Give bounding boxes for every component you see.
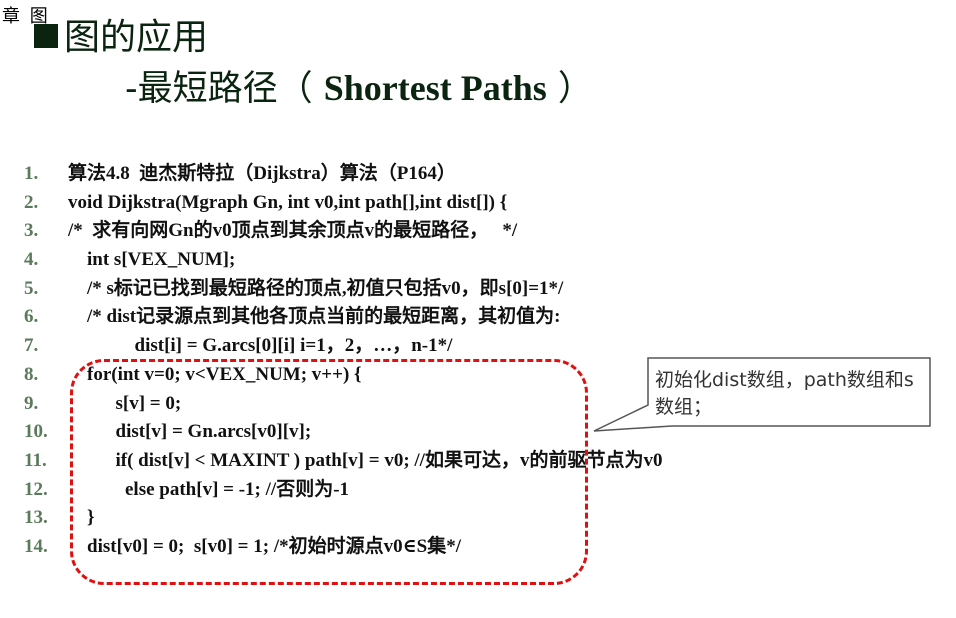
line-number: 8.	[24, 363, 39, 385]
line-number: 14.	[24, 535, 48, 557]
code-line-2: 2. void Dijkstra(Mgraph Gn, int v0,int pa…	[24, 189, 662, 218]
square-bullet-icon	[34, 24, 58, 48]
line-number: 3.	[24, 220, 39, 242]
callout-text: 初始化dist数组，path数组和s数组；	[655, 369, 914, 418]
slide-subtitle: -最短路径（ Shortest Paths ）	[125, 60, 593, 111]
line-number: 1.	[24, 163, 39, 184]
code-text: /* 求有向网Gn的v0顶点到其余顶点v的最短路径， */	[68, 220, 518, 242]
line-number: 11.	[24, 449, 47, 471]
line-number: 9.	[24, 392, 39, 414]
code-text: void Dijkstra(Mgraph Gn, int v0,int path…	[68, 191, 508, 213]
subtitle-suffix: ）	[546, 69, 593, 109]
line-number: 12.	[24, 478, 48, 500]
subtitle-english: Shortest Paths	[323, 68, 547, 108]
code-text: 算法4.8 迪杰斯特拉（Dijkstra）算法（P164）	[68, 163, 456, 184]
slide-title-text: 图的应用	[64, 17, 209, 58]
code-line-1: 1. 算法4.8 迪杰斯特拉（Dijkstra）算法（P164）	[24, 160, 662, 189]
code-line-3: 3. /* 求有向网Gn的v0顶点到其余顶点v的最短路径， */	[24, 217, 662, 246]
line-number: 6.	[24, 306, 39, 328]
code-text: dist[i] = G.arcs[0][i] i=1，2，…，n-1*/	[68, 335, 453, 357]
code-line-5: 5. /* s标记已找到最短路径的顶点,初值只包括v0，即s[0]=1*/	[24, 275, 662, 304]
line-number: 5.	[24, 277, 39, 299]
line-number: 2.	[24, 191, 39, 213]
line-number: 13.	[24, 507, 48, 529]
subtitle-prefix: -最短路径（	[125, 69, 324, 109]
code-text: /* dist记录源点到其他各顶点当前的最短距离，其初值为:	[68, 306, 561, 328]
line-number: 7.	[24, 335, 39, 357]
code-line-6: 6. /* dist记录源点到其他各顶点当前的最短距离，其初值为:	[24, 303, 662, 332]
line-number: 10.	[24, 421, 48, 443]
code-line-4: 4. int s[VEX_NUM];	[24, 246, 662, 275]
line-number: 4.	[24, 249, 39, 271]
code-line-7: 7. dist[i] = G.arcs[0][i] i=1，2，…，n-1*/	[24, 332, 662, 361]
code-text: int s[VEX_NUM];	[68, 249, 236, 271]
code-text: /* s标记已找到最短路径的顶点,初值只包括v0，即s[0]=1*/	[68, 277, 564, 299]
highlight-dashed-box	[70, 359, 588, 585]
slide-title: 图的应用	[34, 8, 208, 60]
